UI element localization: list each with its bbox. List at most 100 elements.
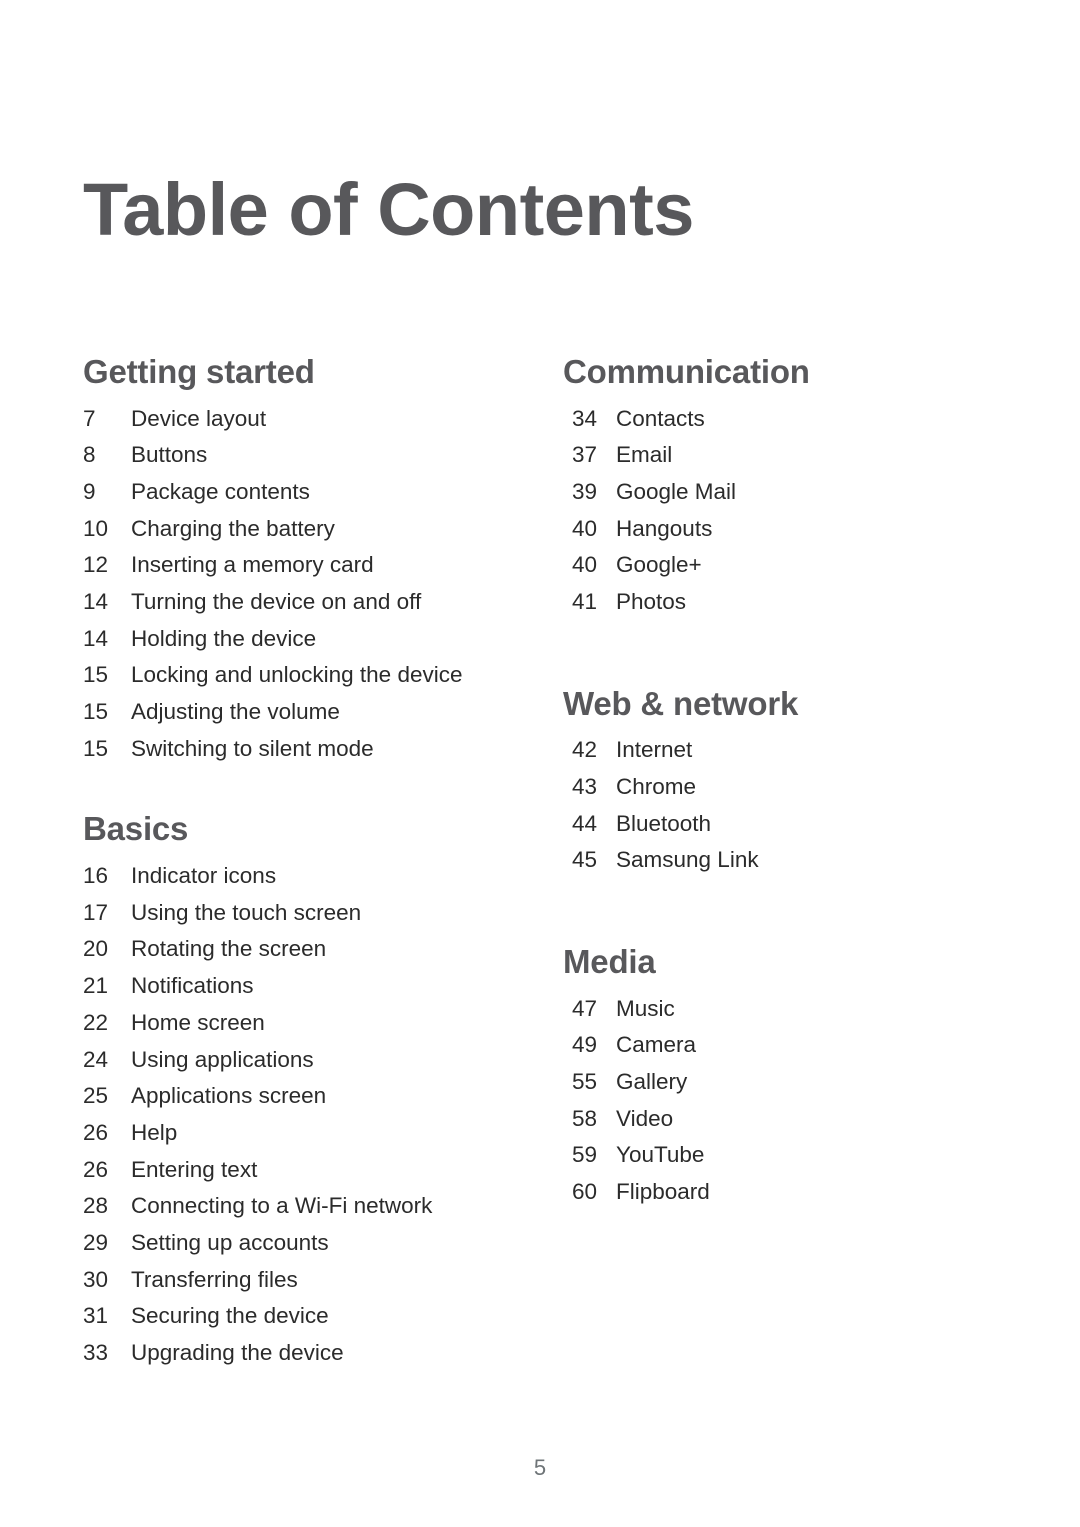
toc-entry-page: 16: [83, 863, 109, 889]
toc-column-right: Communication 34 Contacts 37 Email 39 Go…: [563, 352, 1003, 1211]
toc-entry-label: Contacts: [616, 405, 705, 431]
toc-entry-page: 45: [571, 847, 597, 873]
toc-entry[interactable]: 15 Switching to silent mode: [83, 731, 523, 768]
toc-entry-page: 8: [83, 442, 96, 468]
toc-entry-label: Package contents: [131, 478, 310, 504]
toc-entry-label: Internet: [616, 737, 693, 763]
section-heading: Web & network: [563, 684, 799, 722]
toc-entry-label: Google Mail: [616, 478, 737, 504]
toc-section-getting-started: Getting started 7 Device layout 8 Button…: [83, 352, 523, 767]
toc-entry[interactable]: 7 Device layout: [83, 401, 523, 438]
toc-entry-label: Applications screen: [131, 1083, 327, 1109]
toc-entry-page: 34: [571, 405, 597, 431]
toc-entry-page: 30: [83, 1266, 109, 1292]
toc-entry-label: Transferring files: [131, 1266, 298, 1292]
toc-entry[interactable]: 47 Music: [563, 991, 1003, 1028]
toc-entry-label: Setting up accounts: [131, 1229, 329, 1255]
toc-entry-page: 31: [83, 1303, 109, 1329]
toc-entry-label: Using the touch screen: [131, 899, 362, 925]
toc-entry[interactable]: 20 Rotating the screen: [83, 931, 523, 968]
toc-entry[interactable]: 25 Applications screen: [83, 1078, 523, 1115]
toc-entry[interactable]: 41 Photos: [563, 584, 1003, 621]
toc-entry[interactable]: 12 Inserting a memory card: [83, 547, 523, 584]
toc-entry-page: 21: [83, 973, 109, 999]
toc-entry-page: 40: [571, 515, 597, 541]
toc-entry-label: Upgrading the device: [131, 1340, 344, 1365]
toc-entry-page: 41: [571, 589, 597, 615]
toc-entry[interactable]: 15 Locking and unlocking the device: [83, 657, 523, 694]
toc-entry-label: Camera: [616, 1032, 697, 1058]
toc-entry[interactable]: 39 Google Mail: [563, 474, 1003, 511]
toc-entry-label: Buttons: [131, 442, 208, 468]
toc-entry-page: 29: [83, 1229, 109, 1255]
toc-entry-label: YouTube: [616, 1142, 705, 1168]
toc-entry-page: 15: [83, 699, 109, 725]
toc-page: Table of Contents Getting started 7 Devi…: [0, 0, 1080, 1527]
toc-entry-label: Inserting a memory card: [131, 552, 374, 578]
toc-entry-page: 39: [571, 478, 597, 504]
page-title: Table of Contents: [83, 167, 694, 251]
toc-entry-label: Securing the device: [131, 1303, 329, 1329]
toc-entry[interactable]: 24 Using applications: [83, 1042, 523, 1079]
toc-entry[interactable]: 14 Turning the device on and off: [83, 584, 523, 621]
toc-entry-page: 40: [571, 552, 597, 578]
toc-entry-page: 58: [571, 1105, 597, 1131]
toc-entry[interactable]: 42 Internet: [563, 732, 1003, 769]
toc-entry[interactable]: 15 Adjusting the volume: [83, 694, 523, 731]
toc-entry-list: 34 Contacts 37 Email 39 Google Mail 40 H…: [563, 401, 1003, 621]
toc-entry[interactable]: 40 Hangouts: [563, 511, 1003, 548]
toc-entry-page: 14: [83, 589, 109, 615]
section-heading: Getting started: [83, 353, 315, 390]
toc-entry[interactable]: 49 Camera: [563, 1027, 1003, 1064]
toc-entry[interactable]: 14 Holding the device: [83, 621, 523, 658]
toc-entry-page: 9: [83, 478, 96, 504]
toc-entry-page: 12: [83, 552, 109, 578]
toc-entry[interactable]: 22 Home screen: [83, 1005, 523, 1042]
toc-entry[interactable]: 44 Bluetooth: [563, 806, 1003, 843]
toc-entry[interactable]: 43 Chrome: [563, 769, 1003, 806]
toc-entry[interactable]: 37 Email: [563, 437, 1003, 474]
section-heading: Media: [563, 943, 656, 981]
toc-entry[interactable]: 60 Flipboard: [563, 1174, 1003, 1211]
toc-entry[interactable]: 59 YouTube: [563, 1137, 1003, 1174]
toc-entry[interactable]: 26 Entering text: [83, 1152, 523, 1189]
toc-entry-page: 26: [83, 1156, 109, 1182]
toc-entry-page: 44: [571, 810, 597, 836]
toc-entry[interactable]: 29 Setting up accounts: [83, 1225, 523, 1262]
toc-entry-page: 49: [571, 1032, 597, 1058]
page-number: 5: [533, 1455, 547, 1480]
toc-entry-label: Help: [131, 1119, 178, 1145]
toc-entry-label: Google+: [616, 552, 702, 578]
toc-entry-label: Connecting to a Wi-Fi network: [131, 1193, 433, 1219]
toc-entry[interactable]: 40 Google+: [563, 547, 1003, 584]
toc-entry[interactable]: 45 Samsung Link: [563, 842, 1003, 879]
toc-entry-list: 42 Internet 43 Chrome 44 Bluetooth 45 Sa…: [563, 732, 1003, 879]
toc-entry-page: 24: [83, 1046, 109, 1072]
toc-entry[interactable]: 16 Indicator icons: [83, 858, 523, 895]
toc-entry[interactable]: 28 Connecting to a Wi-Fi network: [83, 1188, 523, 1225]
toc-entry[interactable]: 34 Contacts: [563, 401, 1003, 438]
toc-section-basics: Basics 16 Indicator icons 17 Using the t…: [83, 809, 523, 1371]
toc-entry[interactable]: 30 Transferring files: [83, 1262, 523, 1299]
toc-entry[interactable]: 26 Help: [83, 1115, 523, 1152]
toc-entry-page: 47: [571, 995, 597, 1021]
toc-entry[interactable]: 55 Gallery: [563, 1064, 1003, 1101]
toc-entry[interactable]: 21 Notifications: [83, 968, 523, 1005]
toc-entry-label: Chrome: [616, 774, 697, 799]
toc-entry[interactable]: 33 Upgrading the device: [83, 1335, 523, 1372]
toc-entry[interactable]: 8 Buttons: [83, 437, 523, 474]
toc-entry[interactable]: 17 Using the touch screen: [83, 895, 523, 932]
toc-entry-label: Flipboard: [616, 1179, 710, 1205]
toc-entry-page: 7: [83, 405, 96, 431]
toc-entry-label: Music: [616, 995, 675, 1021]
toc-entry-label: Indicator icons: [131, 863, 277, 889]
toc-entry[interactable]: 10 Charging the battery: [83, 511, 523, 548]
toc-entry[interactable]: 9 Package contents: [83, 474, 523, 511]
toc-entry-page: 37: [571, 442, 597, 468]
toc-entry-page: 10: [83, 515, 109, 541]
toc-entry[interactable]: 58 Video: [563, 1101, 1003, 1138]
toc-entry[interactable]: 31 Securing the device: [83, 1298, 523, 1335]
toc-section-web-and-network: Web & network 42 Internet 43 Chrome 44 B…: [563, 684, 1003, 879]
toc-section-media: Media 47 Music 49 Camera 55 Gallery 58 V…: [563, 942, 1003, 1211]
toc-entry-label: Notifications: [131, 973, 254, 999]
